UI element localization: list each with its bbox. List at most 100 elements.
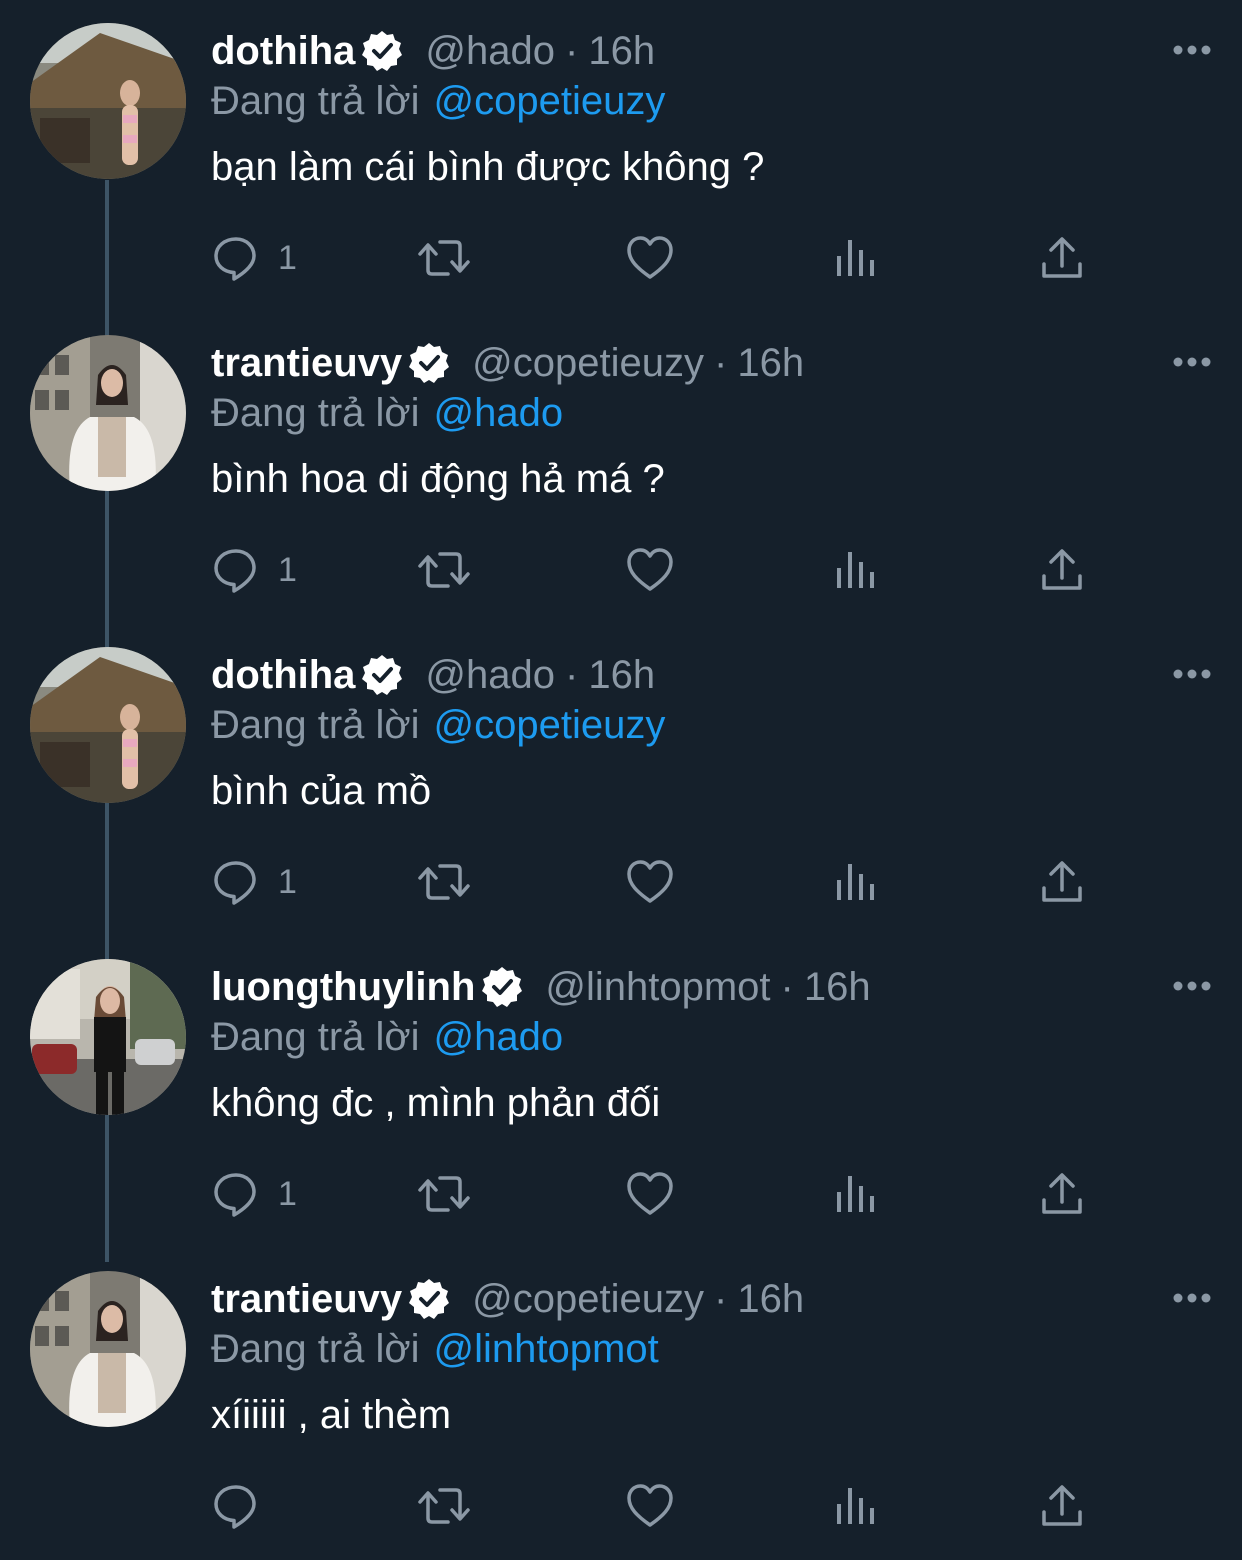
tweet[interactable]: dothiha @hado · 16h Đang trả lời @copetie… [0,0,1242,312]
tweet[interactable]: dothiha @hado · 16h Đang trả lời @copetie… [0,624,1242,936]
retweet-icon [418,864,470,900]
reply-button[interactable]: 1 [212,520,297,620]
views-button[interactable] [836,1144,876,1244]
share-button[interactable] [1040,208,1084,308]
avatar[interactable] [30,1271,186,1427]
retweet-button[interactable] [416,832,472,932]
like-button[interactable] [625,1456,675,1556]
separator-dot: · [565,29,579,73]
tweet-text: bình của mồ [211,769,432,813]
replying-to: Đang trả lời @hado [211,388,563,438]
views-icon [837,1176,874,1212]
replying-to: Đang trả lời @linhtopmot [211,1324,659,1374]
like-button[interactable] [625,208,675,308]
timestamp[interactable]: 16h [804,962,871,1012]
share-icon [1042,549,1082,590]
avatar[interactable] [30,647,186,803]
more-options-icon[interactable] [1170,28,1214,72]
avatar[interactable] [30,335,186,491]
retweet-icon [418,1488,470,1524]
replying-to: Đang trả lời @copetieuzy [211,76,665,126]
more-options-icon[interactable] [1170,1276,1214,1320]
like-icon [627,1484,673,1527]
share-button[interactable] [1040,832,1084,932]
reply-count: 1 [278,238,297,277]
share-icon [1042,861,1082,902]
mention-link[interactable]: @hado [434,391,564,435]
retweet-button[interactable] [416,1144,472,1244]
timestamp[interactable]: 16h [737,1274,804,1324]
display-name[interactable]: luongthuylinh [211,962,475,1012]
avatar[interactable] [30,959,186,1115]
replying-to-label: Đang trả lời [211,1015,420,1059]
like-button[interactable] [625,1144,675,1244]
reply-icon [214,237,256,281]
handle[interactable]: @copetieuzy [472,338,704,388]
verified-badge-icon [479,964,525,1010]
share-button[interactable] [1040,1456,1084,1556]
tweet-text: không đc , mình phản đối [211,1081,661,1125]
like-button[interactable] [625,832,675,932]
display-name[interactable]: dothiha [211,26,355,76]
verified-badge-icon [406,1276,452,1322]
mention-link[interactable]: @copetieuzy [434,703,666,747]
like-icon [627,1172,673,1215]
replying-to-label: Đang trả lời [211,1327,420,1371]
display-name[interactable]: dothiha [211,650,355,700]
tweet-text: xíiiiii , ai thèm [211,1393,452,1437]
mention-link[interactable]: @hado [434,1015,564,1059]
handle[interactable]: @copetieuzy [472,1274,704,1324]
replying-to: Đang trả lời @copetieuzy [211,700,665,750]
tweet[interactable]: trantieuvy @copetieuzy · 16h Đang trả lờ… [0,1248,1242,1560]
mention-link[interactable]: @copetieuzy [434,79,666,123]
replying-to-label: Đang trả lời [211,703,420,747]
reply-icon [214,549,256,593]
share-button[interactable] [1040,1144,1084,1244]
reply-button[interactable]: 1 [212,832,297,932]
views-icon [837,864,874,900]
avatar[interactable] [30,23,186,179]
retweet-icon [418,1176,470,1212]
tweet-text: bạn làm cái bình được không ? [211,145,765,189]
replying-to-label: Đang trả lời [211,79,420,123]
reply-icon [214,1173,256,1217]
reply-count: 1 [278,1174,297,1213]
reply-button[interactable]: 1 [212,1144,297,1244]
like-icon [627,236,673,279]
share-icon [1042,1485,1082,1526]
handle[interactable]: @hado [425,26,555,76]
display-name[interactable]: trantieuvy [211,1274,402,1324]
retweet-button[interactable] [416,1456,472,1556]
reply-icon [214,861,256,905]
reply-button[interactable] [212,1456,278,1556]
tweet[interactable]: luongthuylinh @linhtopmot · 16h Đang trả… [0,936,1242,1248]
views-button[interactable] [836,1456,876,1556]
views-button[interactable] [836,208,876,308]
display-name[interactable]: trantieuvy [211,338,402,388]
share-button[interactable] [1040,520,1084,620]
more-options-icon[interactable] [1170,340,1214,384]
views-button[interactable] [836,520,876,620]
separator-dot: · [780,965,794,1009]
timestamp[interactable]: 16h [588,650,655,700]
mention-link[interactable]: @linhtopmot [434,1327,659,1371]
like-button[interactable] [625,520,675,620]
handle[interactable]: @linhtopmot [545,962,770,1012]
handle[interactable]: @hado [425,650,555,700]
views-icon [837,552,874,588]
more-options-icon[interactable] [1170,964,1214,1008]
views-button[interactable] [836,832,876,932]
more-options-icon[interactable] [1170,652,1214,696]
share-icon [1042,237,1082,278]
verified-badge-icon [359,652,405,698]
reply-button[interactable]: 1 [212,208,297,308]
tweet[interactable]: trantieuvy @copetieuzy · 16h Đang trả lờ… [0,312,1242,624]
timestamp[interactable]: 16h [737,338,804,388]
replying-to: Đang trả lời @hado [211,1012,563,1062]
timestamp[interactable]: 16h [588,26,655,76]
retweet-icon [418,552,470,588]
retweet-icon [418,240,470,276]
retweet-button[interactable] [416,520,472,620]
retweet-button[interactable] [416,208,472,308]
verified-badge-icon [406,340,452,386]
